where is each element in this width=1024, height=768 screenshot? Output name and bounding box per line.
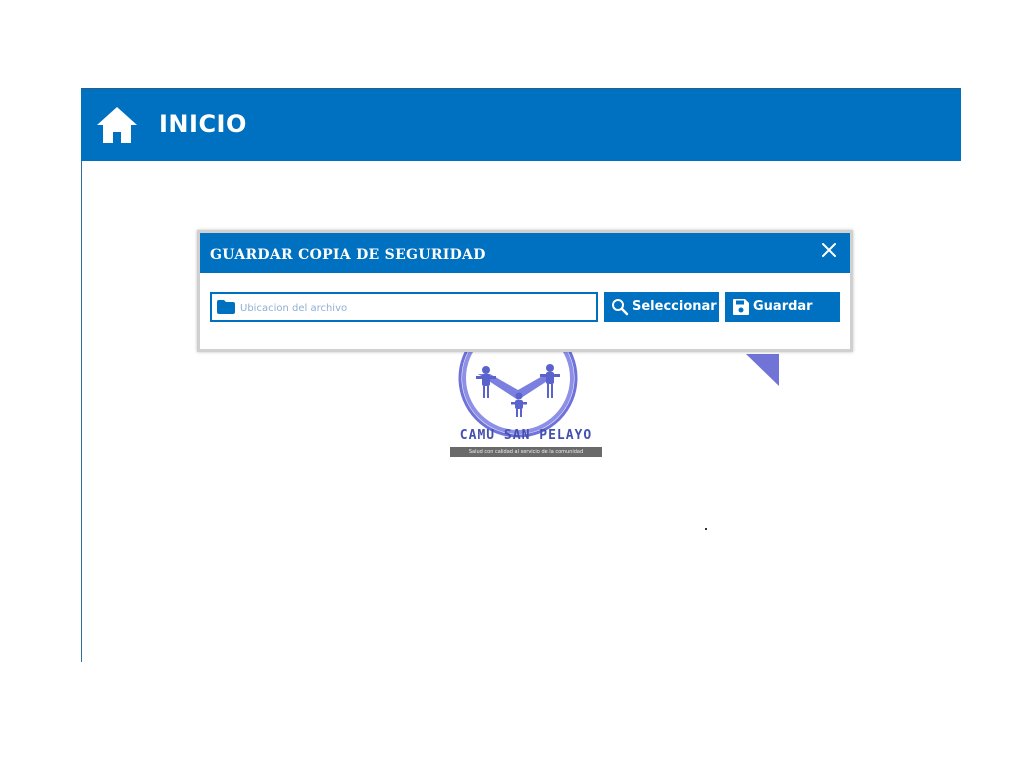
- logo-slogan: Salud con calidad al servicio de la comu…: [450, 447, 602, 457]
- dialog-title: GUARDAR COPIA DE SEGURIDAD: [210, 247, 486, 263]
- save-icon: [733, 299, 749, 315]
- folder-icon: [217, 300, 235, 314]
- backup-dialog: GUARDAR COPIA DE SEGURIDAD Seleccionar G…: [197, 230, 853, 352]
- close-icon[interactable]: [820, 241, 838, 259]
- decorative-triangle: [746, 354, 779, 386]
- page-title: INICIO: [159, 110, 247, 138]
- select-button[interactable]: Seleccionar: [604, 292, 719, 322]
- dialog-header: GUARDAR COPIA DE SEGURIDAD: [200, 233, 850, 273]
- logo-name: CAMU SAN PELAYO: [459, 428, 593, 443]
- home-icon[interactable]: [95, 105, 139, 145]
- select-button-label: Seleccionar: [632, 299, 717, 314]
- search-icon: [612, 299, 629, 316]
- file-location-field[interactable]: [210, 292, 598, 322]
- page-header: INICIO: [81, 88, 961, 161]
- save-button-label: Guardar: [753, 299, 813, 314]
- stray-dot: [705, 528, 707, 530]
- file-location-input[interactable]: [238, 296, 592, 320]
- save-button[interactable]: Guardar: [725, 292, 840, 322]
